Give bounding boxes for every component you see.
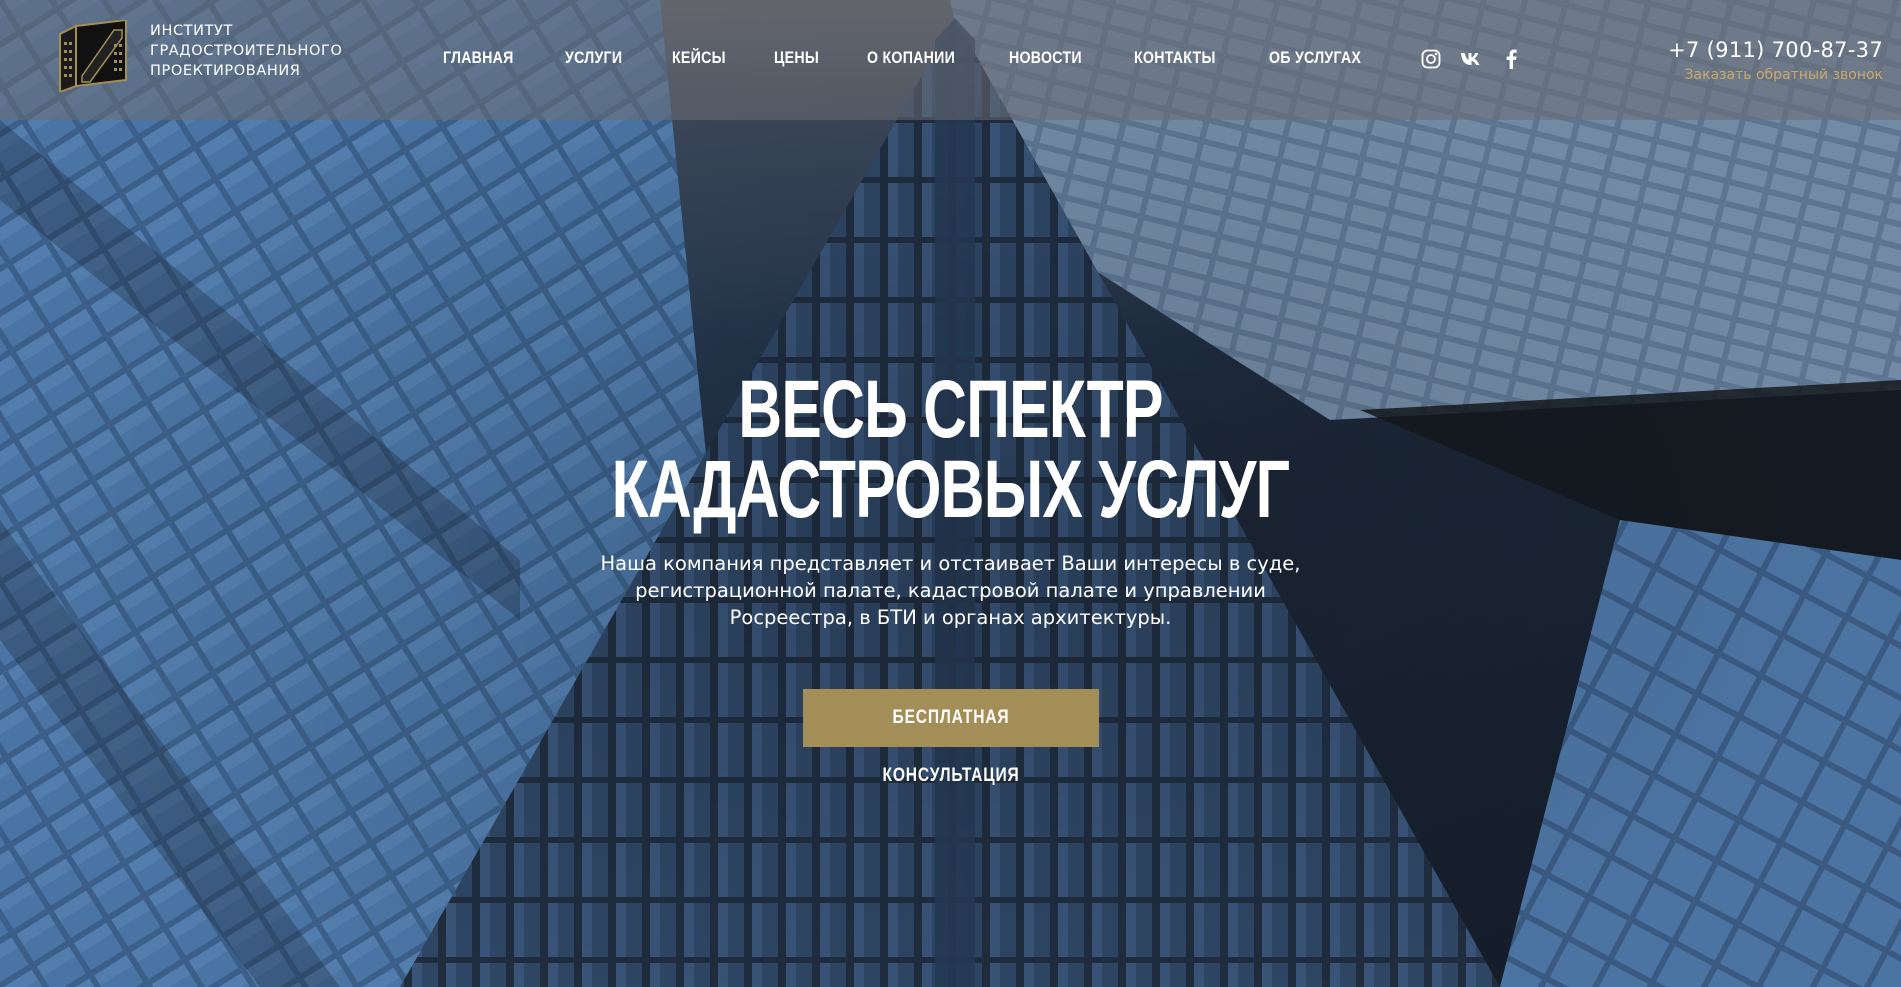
hero-headline: ВЕСЬ СПЕКТР КАДАСТРОВЫХ УСЛУГ <box>247 364 1654 535</box>
hero-content: ВЕСЬ СПЕКТР КАДАСТРОВЫХ УСЛУГ Наша компа… <box>0 364 1901 787</box>
nav-item-cases[interactable]: КЕЙСЫ <box>672 49 726 68</box>
callback-link[interactable]: Заказать обратный звонок <box>1668 67 1883 83</box>
main-navigation: ГЛАВНАЯ УСЛУГИ КЕЙСЫ ЦЕНЫ О КОПАНИИ НОВО… <box>443 49 1416 68</box>
headline-line: КАДАСТРОВЫХ УСЛУГ <box>611 444 1290 535</box>
brand-name-line: ГРАДОСТРОИТЕЛЬНОГО <box>150 43 343 59</box>
hero-section: ИНСТИТУТ ГРАДОСТРОИТЕЛЬНОГО ПРОЕКТИРОВАН… <box>0 0 1901 987</box>
site-header: ИНСТИТУТ ГРАДОСТРОИТЕЛЬНОГО ПРОЕКТИРОВАН… <box>0 0 1901 120</box>
phone-number[interactable]: +7 (911) 700-87-37 <box>1668 38 1883 62</box>
nav-item-home[interactable]: ГЛАВНАЯ <box>443 49 514 68</box>
instagram-icon[interactable] <box>1420 48 1442 70</box>
brand-name-line: ИНСТИТУТ <box>150 23 233 39</box>
nav-item-about[interactable]: О КОПАНИИ <box>867 49 955 68</box>
brand-name[interactable]: ИНСТИТУТ ГРАДОСТРОИТЕЛЬНОГО ПРОЕКТИРОВАН… <box>150 21 342 81</box>
facebook-icon[interactable] <box>1500 48 1522 70</box>
nav-item-about-services[interactable]: ОБ УСЛУГАХ <box>1269 49 1361 68</box>
header-contact: +7 (911) 700-87-37 Заказать обратный зво… <box>1668 38 1883 83</box>
vk-icon[interactable] <box>1460 48 1482 70</box>
nav-item-prices[interactable]: ЦЕНЫ <box>774 49 819 68</box>
social-links <box>1420 48 1522 70</box>
nav-item-news[interactable]: НОВОСТИ <box>1009 49 1082 68</box>
nav-item-services[interactable]: УСЛУГИ <box>565 49 622 68</box>
institute-monogram-logo[interactable] <box>56 20 130 92</box>
cta-label: БЕСПЛАТНАЯ КОНСУЛЬТАЦИЯ <box>882 707 1019 786</box>
headline-line: ВЕСЬ СПЕКТР <box>738 364 1163 455</box>
nav-item-contacts[interactable]: КОНТАКТЫ <box>1134 49 1216 68</box>
brand-name-line: ПРОЕКТИРОВАНИЯ <box>150 63 301 79</box>
hero-subtitle: Наша компания представляет и отстаивает … <box>600 552 1301 629</box>
free-consultation-button[interactable]: БЕСПЛАТНАЯ КОНСУЛЬТАЦИЯ <box>802 689 1099 786</box>
